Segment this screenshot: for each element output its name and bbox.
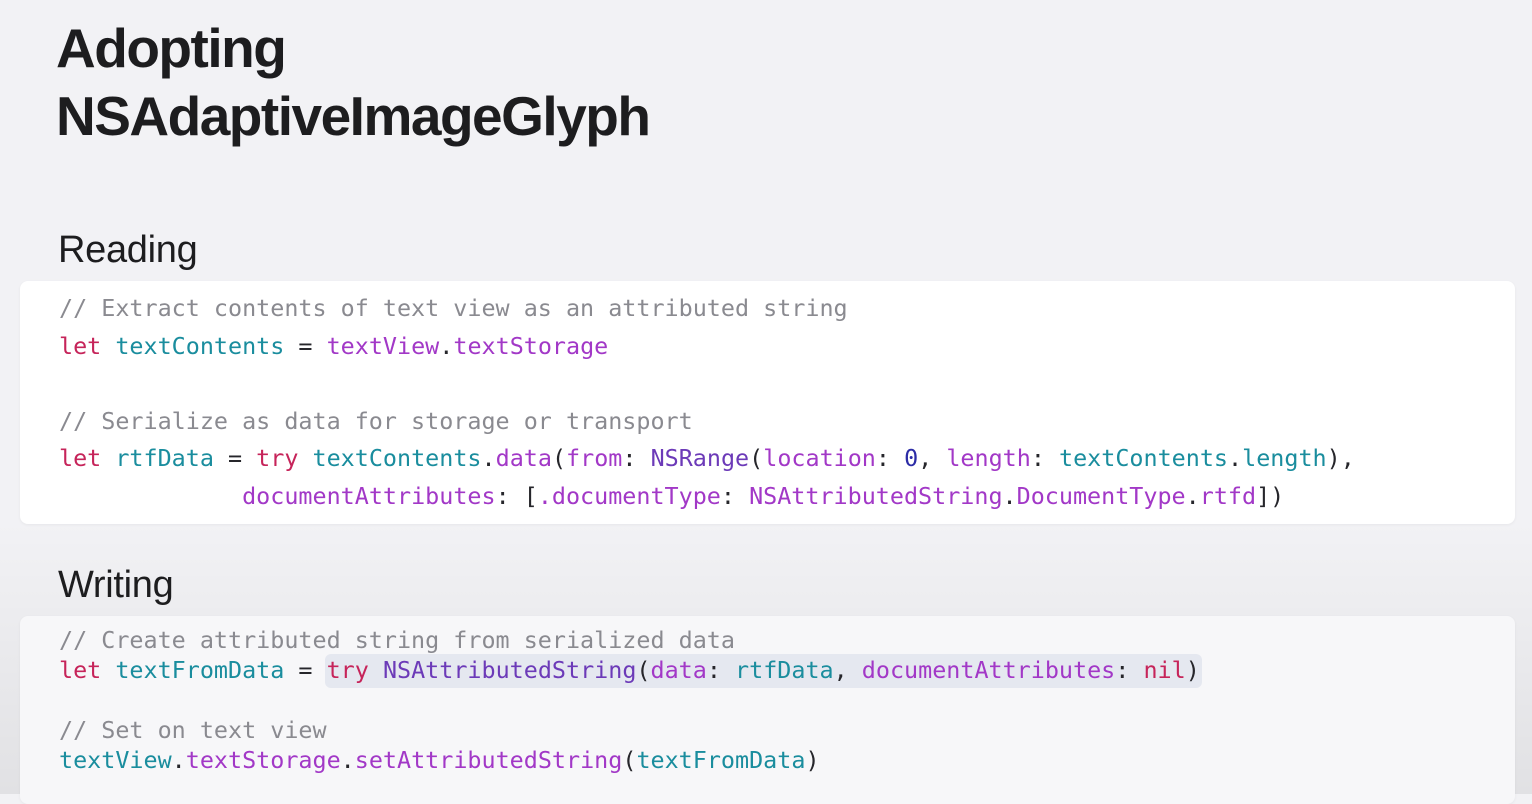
writing-code: // Create attributed string from seriali… (59, 625, 1202, 775)
punctuation: . (1228, 444, 1243, 472)
property: rtfd (1199, 481, 1257, 510)
code-comment: // Set on text view (59, 716, 327, 744)
property: .documentType (537, 481, 721, 510)
punctuation: . (439, 331, 454, 360)
punctuation: ( (551, 444, 567, 472)
slide-title: Adopting NSAdaptiveImageGlyph (56, 14, 651, 150)
punctuation: : [ (495, 481, 538, 510)
identifier: textContents (115, 331, 285, 360)
punctuation: . (1185, 481, 1200, 510)
keyword-let: let (59, 656, 102, 684)
identifier: rtfData (735, 656, 834, 684)
code-line: let textContents = textView.textStorage (59, 328, 1355, 366)
property: textStorage (453, 331, 609, 360)
identifier: textFromData (115, 656, 285, 684)
argument-label: length (946, 444, 1031, 472)
argument-label: documentAttributes (242, 481, 496, 510)
operator: = (284, 656, 327, 684)
type-name: NSRange (650, 444, 750, 472)
punctuation: : (875, 444, 905, 472)
identifier: textView (59, 746, 172, 774)
argument-label: data (650, 656, 707, 684)
punctuation: . (481, 444, 496, 472)
property: length (1242, 444, 1327, 472)
identifier: textContents (312, 444, 482, 472)
type-name: NSAttributedString (382, 656, 637, 684)
punctuation: , (833, 656, 862, 684)
punctuation: ) (805, 746, 820, 774)
slide-title-line-2: NSAdaptiveImageGlyph (56, 85, 651, 147)
punctuation: . (171, 746, 186, 774)
argument-label: from (566, 444, 623, 472)
code-highlight: try NSAttributedString(data: rtfData, do… (324, 654, 1202, 688)
punctuation: : (720, 481, 750, 510)
punctuation: ( (636, 656, 651, 684)
code-comment: // Extract contents of text view as an a… (59, 294, 848, 322)
type-name: DocumentType (1016, 481, 1186, 510)
identifier: textView (326, 331, 440, 360)
reading-code: // Extract contents of text view as an a… (59, 290, 1355, 515)
type-name: NSAttributedString (749, 481, 1003, 510)
keyword-let: let (59, 444, 102, 472)
punctuation: . (1002, 481, 1017, 510)
punctuation: ( (622, 746, 637, 774)
property: textStorage (185, 746, 341, 774)
code-line: documentAttributes: [.documentType: NSAt… (59, 478, 1355, 516)
reading-heading: Reading (58, 229, 198, 271)
keyword-let: let (59, 331, 102, 360)
punctuation: ( (749, 444, 764, 472)
operator: = (213, 444, 257, 472)
code-comment: // Create attributed string from seriali… (59, 626, 735, 654)
code-line: textView.textStorage.setAttributedString… (59, 745, 1202, 775)
code-line: let textFromData = try NSAttributedStrin… (59, 654, 1202, 688)
identifier: textContents (1059, 444, 1229, 472)
code-comment: // Serialize as data for storage or tran… (59, 406, 693, 435)
punctuation: ) (1185, 656, 1200, 684)
slide-title-line-1: Adopting (56, 17, 287, 79)
punctuation: , (918, 444, 947, 472)
identifier: rtfData (115, 444, 214, 472)
argument-label: location (763, 444, 876, 472)
number-literal: 0 (904, 444, 919, 472)
keyword-try: try (256, 444, 299, 472)
code-line: let rtfData = try textContents.data(from… (59, 440, 1355, 478)
punctuation: ]) (1256, 481, 1285, 510)
keyword-nil: nil (1143, 656, 1186, 684)
method: data (495, 444, 552, 472)
punctuation: : (622, 444, 651, 472)
identifier: textFromData (636, 746, 806, 774)
punctuation: . (340, 746, 355, 774)
writing-heading: Writing (58, 564, 174, 606)
punctuation: : (1115, 656, 1144, 684)
operator: = (284, 331, 327, 360)
punctuation: ), (1326, 444, 1355, 472)
punctuation: : (706, 656, 736, 684)
argument-label: documentAttributes (861, 656, 1116, 684)
method: setAttributedString (354, 746, 623, 774)
keyword-try: try (326, 656, 369, 684)
punctuation: : (1030, 444, 1060, 472)
